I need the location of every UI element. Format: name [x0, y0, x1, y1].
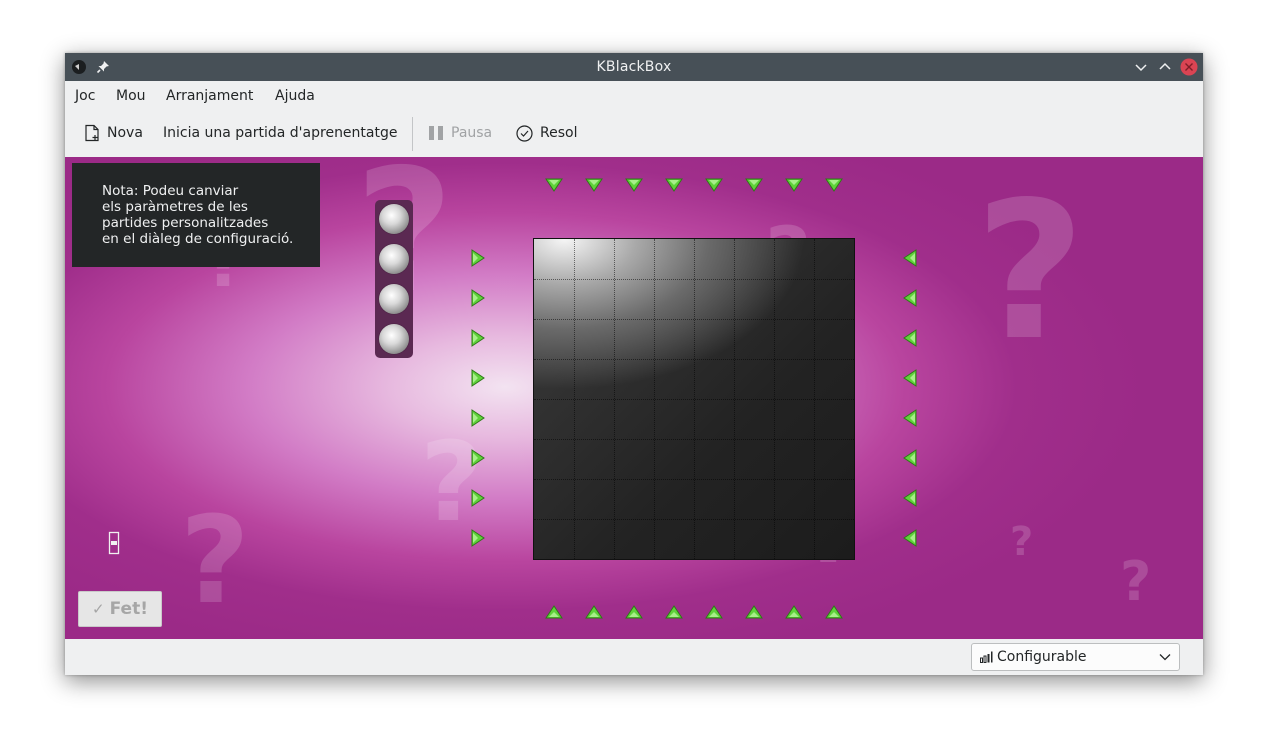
background-question-mark: ?: [1120, 550, 1152, 613]
laser-arrow-icon[interactable]: [745, 176, 763, 194]
laser-arrow-icon[interactable]: [585, 603, 603, 621]
laser-arrow-icon[interactable]: [901, 409, 919, 427]
configuration-note: Nota: Podeu canviar els paràmetres de le…: [72, 163, 320, 267]
new-document-icon: [85, 124, 99, 142]
laser-arrow-icon[interactable]: [665, 603, 683, 621]
title-bar[interactable]: KBlackBox: [65, 53, 1203, 81]
note-line: els paràmetres de les: [102, 199, 248, 215]
grid-line: [534, 439, 854, 440]
laser-arrow-icon[interactable]: [469, 449, 487, 467]
laser-arrow-icon[interactable]: [901, 529, 919, 547]
checkmark-icon: ✓: [92, 600, 105, 618]
laser-arrow-icon[interactable]: [901, 289, 919, 307]
laser-arrow-icon[interactable]: [469, 489, 487, 507]
window-title: KBlackBox: [596, 59, 672, 75]
laser-arrow-icon[interactable]: [469, 369, 487, 387]
game-board: ? ? ? ? ? ? ? ? ? Nota: Podeu canviar el…: [65, 157, 1203, 639]
laser-arrow-icon[interactable]: [469, 289, 487, 307]
marker-icon[interactable]: [108, 531, 120, 555]
laser-arrow-icon[interactable]: [901, 489, 919, 507]
remaining-balls: [375, 200, 413, 358]
chevron-down-icon: [1159, 654, 1171, 661]
laser-arrow-icon[interactable]: [545, 176, 563, 194]
laser-arrow-icon[interactable]: [901, 329, 919, 347]
background-question-mark: ?: [420, 418, 484, 546]
status-bar: Configurable: [65, 639, 1203, 675]
laser-arrow-icon[interactable]: [665, 176, 683, 194]
toolbar-separator: [412, 117, 413, 151]
difficulty-value: Configurable: [997, 649, 1087, 665]
note-line: en el diàleg de configuració.: [102, 231, 294, 247]
menu-ajuda[interactable]: Ajuda: [275, 88, 315, 104]
grid-line: [534, 359, 854, 360]
laser-arrow-icon[interactable]: [585, 176, 603, 194]
laser-arrow-icon[interactable]: [705, 176, 723, 194]
pause-button[interactable]: Pausa: [428, 122, 492, 144]
laser-arrow-icon[interactable]: [901, 449, 919, 467]
laser-arrow-icon[interactable]: [469, 329, 487, 347]
laser-arrow-icon[interactable]: [901, 249, 919, 267]
menu-arranjament[interactable]: Arranjament: [166, 88, 253, 104]
laser-arrow-icon[interactable]: [785, 603, 803, 621]
background-question-mark: ?: [180, 492, 250, 631]
note-line: partides personalitzades: [102, 215, 269, 231]
grid-line: [534, 319, 854, 320]
grid-line: [534, 399, 854, 400]
grid-line: [534, 519, 854, 520]
black-box-grid[interactable]: [533, 238, 855, 560]
menu-bar: Joc Mou Arranjament Ajuda: [65, 81, 1203, 109]
pause-icon: [429, 126, 443, 140]
ball-icon: [379, 284, 409, 314]
laser-arrow-icon[interactable]: [469, 409, 487, 427]
laser-arrow-icon[interactable]: [469, 249, 487, 267]
solve-button[interactable]: Resol: [516, 122, 577, 144]
new-game-button[interactable]: Nova: [84, 122, 143, 144]
background-question-mark: ?: [1010, 519, 1034, 565]
note-line: Nota: Podeu canviar: [102, 183, 239, 199]
laser-arrow-icon[interactable]: [745, 603, 763, 621]
laser-arrow-icon[interactable]: [545, 603, 563, 621]
menu-mou[interactable]: Mou: [116, 88, 146, 104]
ball-icon: [379, 204, 409, 234]
laser-arrow-icon[interactable]: [469, 529, 487, 547]
done-button[interactable]: ✓ Fet!: [78, 591, 162, 627]
grid-line: [534, 279, 854, 280]
laser-arrow-icon[interactable]: [785, 176, 803, 194]
ball-icon: [379, 244, 409, 274]
menu-joc[interactable]: Joc: [75, 88, 95, 104]
laser-arrow-icon[interactable]: [901, 369, 919, 387]
laser-arrow-icon[interactable]: [625, 176, 643, 194]
start-tutorial-button[interactable]: Inicia una partida d'aprenentatge: [163, 122, 397, 144]
signal-bars-icon: [980, 651, 993, 663]
toolbar: Nova Inicia una partida d'aprenentatge P…: [65, 109, 1203, 157]
laser-arrow-icon[interactable]: [625, 603, 643, 621]
background-question-mark: ?: [975, 161, 1086, 382]
laser-arrow-icon[interactable]: [705, 603, 723, 621]
difficulty-select[interactable]: Configurable: [971, 643, 1180, 671]
start-tutorial-label: Inicia una partida d'aprenentatge: [163, 125, 398, 141]
application-window: KBlackBox Joc Mou Arranjament Ajuda Nova…: [65, 53, 1203, 675]
grid-line: [534, 479, 854, 480]
close-icon[interactable]: [1180, 58, 1198, 76]
laser-arrow-icon[interactable]: [825, 603, 843, 621]
done-label: Fet!: [109, 599, 148, 619]
solve-label: Resol: [540, 125, 578, 141]
check-circle-icon: [516, 124, 533, 142]
ball-icon: [379, 324, 409, 354]
minimize-icon[interactable]: [1132, 58, 1150, 76]
pause-label: Pausa: [451, 125, 493, 141]
laser-arrow-icon[interactable]: [825, 176, 843, 194]
new-game-label: Nova: [107, 125, 143, 141]
maximize-icon[interactable]: [1156, 58, 1174, 76]
